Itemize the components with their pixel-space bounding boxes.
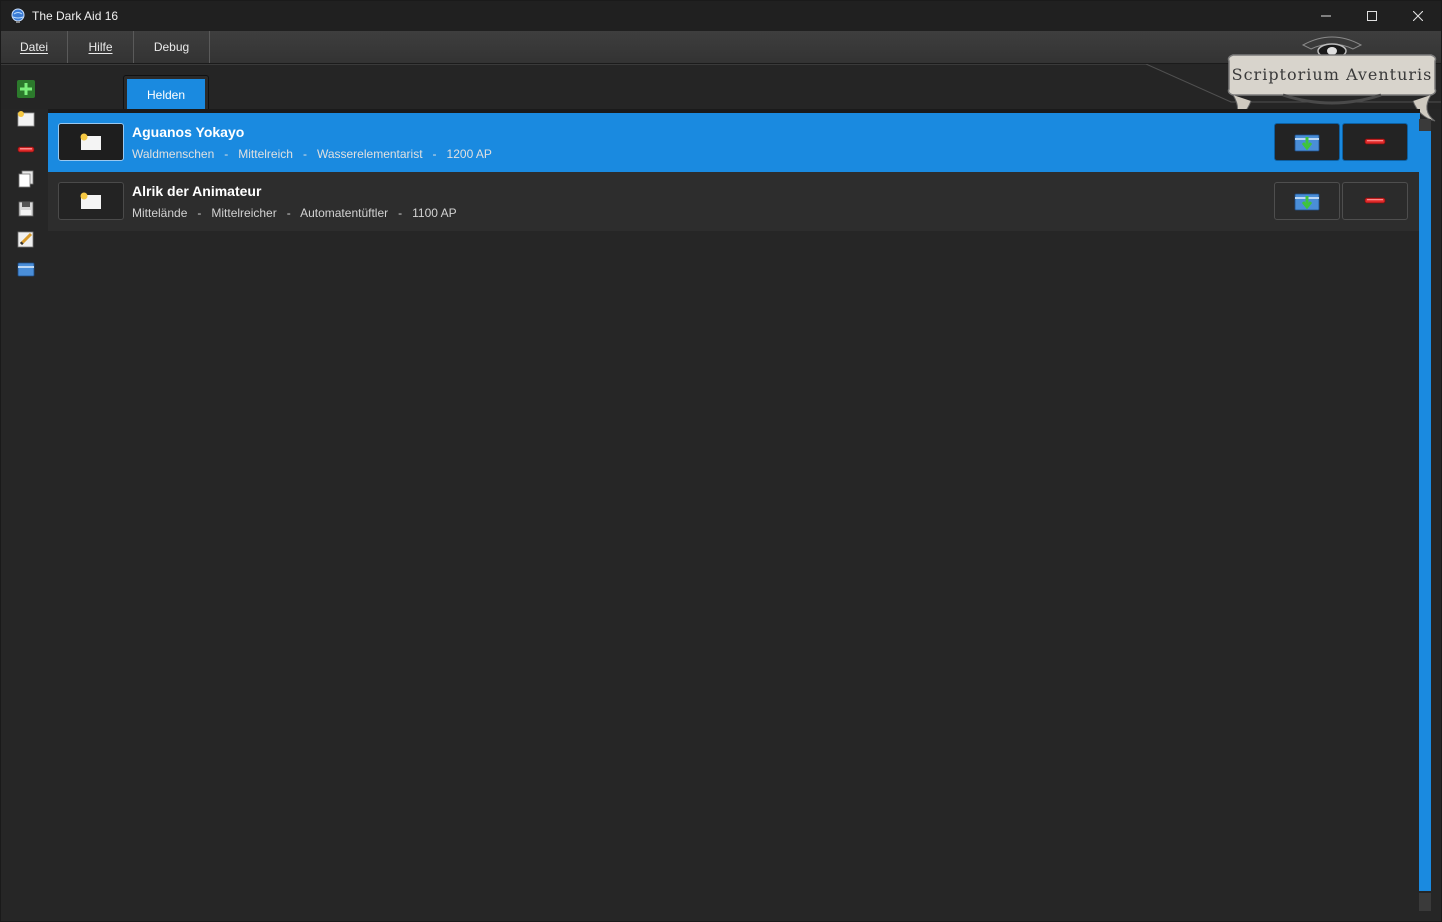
close-icon: [1413, 11, 1423, 21]
save-icon: [18, 201, 34, 217]
scroll-down-button[interactable]: [1419, 893, 1431, 911]
hero-name: Alrik der Animateur: [132, 183, 262, 199]
app-globe-icon: [11, 8, 25, 23]
delete-button[interactable]: [14, 137, 38, 161]
maximize-button[interactable]: [1349, 1, 1395, 31]
menu-datei[interactable]: Datei: [1, 31, 68, 63]
save-button[interactable]: [14, 197, 38, 221]
menu-hilfe-label: Hilfe: [88, 40, 113, 54]
hero-culture: Mittelände: [132, 206, 188, 220]
hero-row[interactable]: Aguanos Yokayo Waldmenschen - Mittelreic…: [48, 113, 1420, 172]
delete-hero-button[interactable]: [1342, 182, 1408, 220]
menu-hilfe[interactable]: Hilfe: [68, 31, 134, 63]
scroll-up-button[interactable]: [1419, 119, 1431, 131]
title-bar: The Dark Aid 16: [1, 1, 1441, 31]
app-window: The Dark Aid 16 Datei Hilfe Debug Script…: [0, 0, 1442, 922]
load-folder-icon: [1294, 134, 1320, 152]
hero-details: Mittelände - Mittelreicher - Automatentü…: [132, 206, 457, 220]
hero-origin: Mittelreicher: [211, 206, 277, 220]
window-controls: [1303, 1, 1441, 31]
load-hero-button[interactable]: [1274, 123, 1340, 161]
delete-hero-button[interactable]: [1342, 123, 1408, 161]
load-hero-button[interactable]: [1274, 182, 1340, 220]
copy-button[interactable]: [14, 167, 38, 191]
hero-profession: Wasserelementarist: [316, 147, 423, 161]
folder-portrait-icon: [80, 133, 101, 150]
hero-portrait[interactable]: [58, 182, 124, 220]
close-button[interactable]: [1395, 1, 1441, 31]
hero-details: Waldmenschen - Mittelreich - Wassereleme…: [132, 147, 492, 161]
open-folder-button[interactable]: [14, 257, 38, 281]
folder-portrait-icon: [80, 192, 101, 209]
open-folder-icon: [17, 262, 35, 277]
hero-name: Aguanos Yokayo: [132, 124, 245, 140]
edit-button[interactable]: [14, 227, 38, 251]
new-folder-icon: [17, 111, 35, 127]
menu-debug-label: Debug: [153, 40, 190, 54]
hero-origin: Mittelreich: [238, 147, 293, 161]
delete-hero-icon: [1364, 197, 1386, 204]
vertical-scrollbar[interactable]: [1419, 131, 1431, 891]
copy-icon: [18, 170, 34, 188]
add-hero-icon: [17, 80, 35, 98]
load-folder-icon: [1294, 193, 1320, 211]
minimize-icon: [1321, 15, 1331, 17]
edit-icon: [17, 231, 34, 248]
hero-ap: 1100 AP: [412, 206, 457, 220]
left-toolbar: [12, 77, 40, 287]
new-folder-button[interactable]: [14, 107, 38, 131]
logo-text: Scriptorium Aventuris: [1232, 65, 1433, 84]
hero-portrait[interactable]: [58, 123, 124, 161]
hero-profession: Automatentüftler: [300, 206, 389, 220]
menu-debug[interactable]: Debug: [134, 31, 210, 63]
hero-list: Aguanos Yokayo Waldmenschen - Mittelreic…: [48, 109, 1420, 921]
hero-culture: Waldmenschen: [132, 147, 215, 161]
delete-hero-icon: [1364, 138, 1386, 145]
maximize-icon: [1367, 11, 1377, 21]
hero-ap: 1200 AP: [446, 147, 492, 161]
add-hero-button[interactable]: [14, 77, 38, 101]
hero-row[interactable]: Alrik der Animateur Mittelände - Mittelr…: [48, 172, 1420, 231]
tab-helden[interactable]: Helden: [123, 75, 209, 110]
window-title: The Dark Aid 16: [32, 9, 119, 23]
delete-icon: [17, 146, 35, 153]
menu-datei-label: Datei: [19, 40, 48, 54]
minimize-button[interactable]: [1303, 1, 1349, 31]
tab-helden-label: Helden: [127, 79, 205, 110]
